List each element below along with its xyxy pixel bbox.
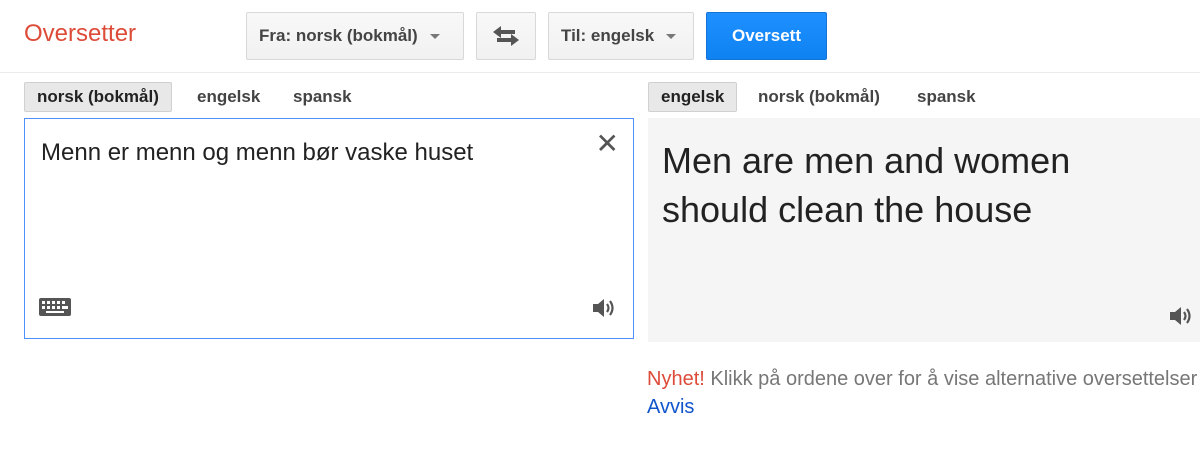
- source-text-box[interactable]: Menn er menn og menn bør vaske huset ✕: [24, 118, 634, 339]
- chevron-down-icon: [429, 33, 440, 39]
- app-title: Oversetter: [24, 20, 137, 47]
- dismiss-link[interactable]: Avvis: [647, 396, 694, 419]
- close-icon[interactable]: ✕: [596, 129, 619, 159]
- chevron-down-icon: [666, 33, 677, 39]
- source-tab-english[interactable]: engelsk: [197, 82, 260, 112]
- translate-button[interactable]: Oversett: [706, 12, 827, 60]
- new-feature-notice: Nyhet! Klikk på ordene over for å vise a…: [647, 368, 1197, 391]
- source-language-dropdown[interactable]: Fra: norsk (bokmål): [246, 12, 464, 60]
- speaker-icon[interactable]: [591, 296, 617, 320]
- target-language-dropdown[interactable]: Til: engelsk: [548, 12, 694, 60]
- source-tab-spanish[interactable]: spansk: [293, 82, 352, 112]
- translation-result-text: Men are men and women should clean the h…: [662, 140, 1071, 230]
- header-divider: [0, 72, 1200, 73]
- target-language-label: Til: engelsk: [561, 26, 655, 45]
- translation-result-box: Men are men and women should clean the h…: [648, 118, 1200, 342]
- target-tab-norwegian[interactable]: norsk (bokmål): [758, 82, 880, 112]
- source-tab-norwegian[interactable]: norsk (bokmål): [24, 82, 172, 112]
- keyboard-icon[interactable]: [39, 298, 71, 316]
- swap-arrows-icon: [493, 26, 519, 46]
- source-language-label: Fra: norsk (bokmål): [259, 26, 418, 45]
- notice-message: Klikk på ordene over for å vise alternat…: [710, 368, 1198, 390]
- target-tab-english[interactable]: engelsk: [648, 82, 738, 112]
- target-tab-spanish[interactable]: spansk: [917, 82, 976, 112]
- speaker-icon[interactable]: [1168, 304, 1194, 328]
- swap-languages-button[interactable]: [476, 12, 536, 60]
- source-text-input[interactable]: Menn er menn og menn bør vaske huset: [41, 139, 581, 167]
- new-badge: Nyhet!: [647, 368, 705, 390]
